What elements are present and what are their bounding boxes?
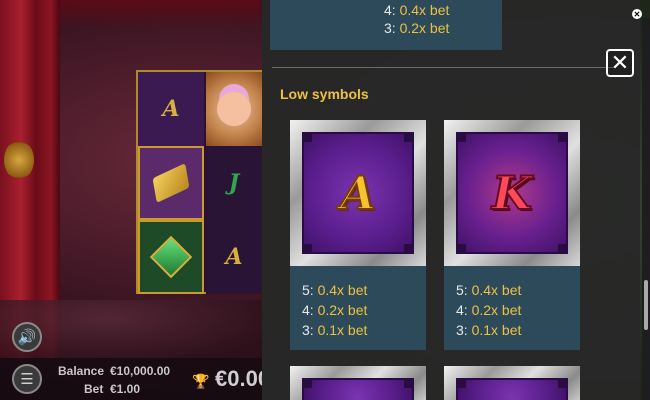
payout-line: 3: 0.1x bet <box>302 322 368 338</box>
symbol-card-partial <box>444 366 580 400</box>
speaker-icon: 🔊 <box>17 329 37 346</box>
close-icon: ✕ <box>610 50 630 75</box>
symbol-frame <box>290 366 426 400</box>
payout-line: 3: 0.2x bet <box>384 20 450 36</box>
payout-line: 4: 0.2x bet <box>456 302 522 318</box>
symbol-letter-a: A <box>339 165 377 221</box>
section-title: Low symbols <box>280 86 369 102</box>
reel-symbol-a: A <box>138 72 204 146</box>
symbol-tile <box>302 378 414 400</box>
payout-line: 4: 0.2x bet <box>302 302 368 318</box>
reel-symbol-j: J <box>206 146 262 220</box>
gold-bar-icon <box>152 163 190 203</box>
reel-grid: A J A <box>136 70 262 294</box>
paytable-panel[interactable]: 4: 0.4x bet 3: 0.2x bet Low symbols A 5:… <box>262 0 640 400</box>
symbol-frame: K <box>444 120 580 266</box>
symbol-card-partial <box>290 366 426 400</box>
bet-value: €1.00 <box>110 382 141 396</box>
symbol-tile <box>456 378 568 400</box>
close-button[interactable]: ✕ <box>606 49 634 77</box>
reel-symbol-a: A <box>206 220 262 294</box>
hamburger-icon: ☰ <box>20 371 34 388</box>
sound-button[interactable]: 🔊 <box>12 322 42 352</box>
symbol-tile: A <box>302 132 414 254</box>
reel-symbol-gold-bar <box>138 146 204 220</box>
symbol-tile: K <box>456 132 568 254</box>
payout-line: 5: 0.4x bet <box>456 282 522 298</box>
symbol-frame <box>444 366 580 400</box>
symbol-card-k: K 5: 0.4x bet 4: 0.2x bet 3: 0.1x bet <box>444 120 580 350</box>
reel-symbol-character <box>206 72 262 146</box>
payout-line: 3: 0.1x bet <box>456 322 522 338</box>
previous-symbol-card: 4: 0.4x bet 3: 0.2x bet <box>270 0 502 50</box>
payout-line: 5: 0.4x bet <box>302 282 368 298</box>
divider <box>272 67 616 68</box>
dismiss-icon[interactable]: ✕ <box>632 9 642 19</box>
trophy-icon: 🏆 <box>192 373 210 389</box>
emerald-icon <box>149 235 193 279</box>
bet-label: Bet <box>84 382 104 396</box>
curtain-valance <box>60 0 260 30</box>
menu-button[interactable]: ☰ <box>12 364 42 394</box>
balance-value: €10,000.00 <box>110 364 171 378</box>
payout-line: 4: 0.4x bet <box>384 2 450 18</box>
scrollbar-thumb[interactable] <box>644 280 648 330</box>
symbol-frame: A <box>290 120 426 266</box>
balance-label: Balance <box>58 364 105 378</box>
reel-symbol-emerald <box>138 220 204 294</box>
tassel-decoration <box>4 140 34 180</box>
character-icon <box>217 92 251 126</box>
symbol-card-a: A 5: 0.4x bet 4: 0.2x bet 3: 0.1x bet <box>290 120 426 350</box>
scrollbar[interactable] <box>642 18 650 400</box>
symbol-letter-k: K <box>491 165 533 221</box>
